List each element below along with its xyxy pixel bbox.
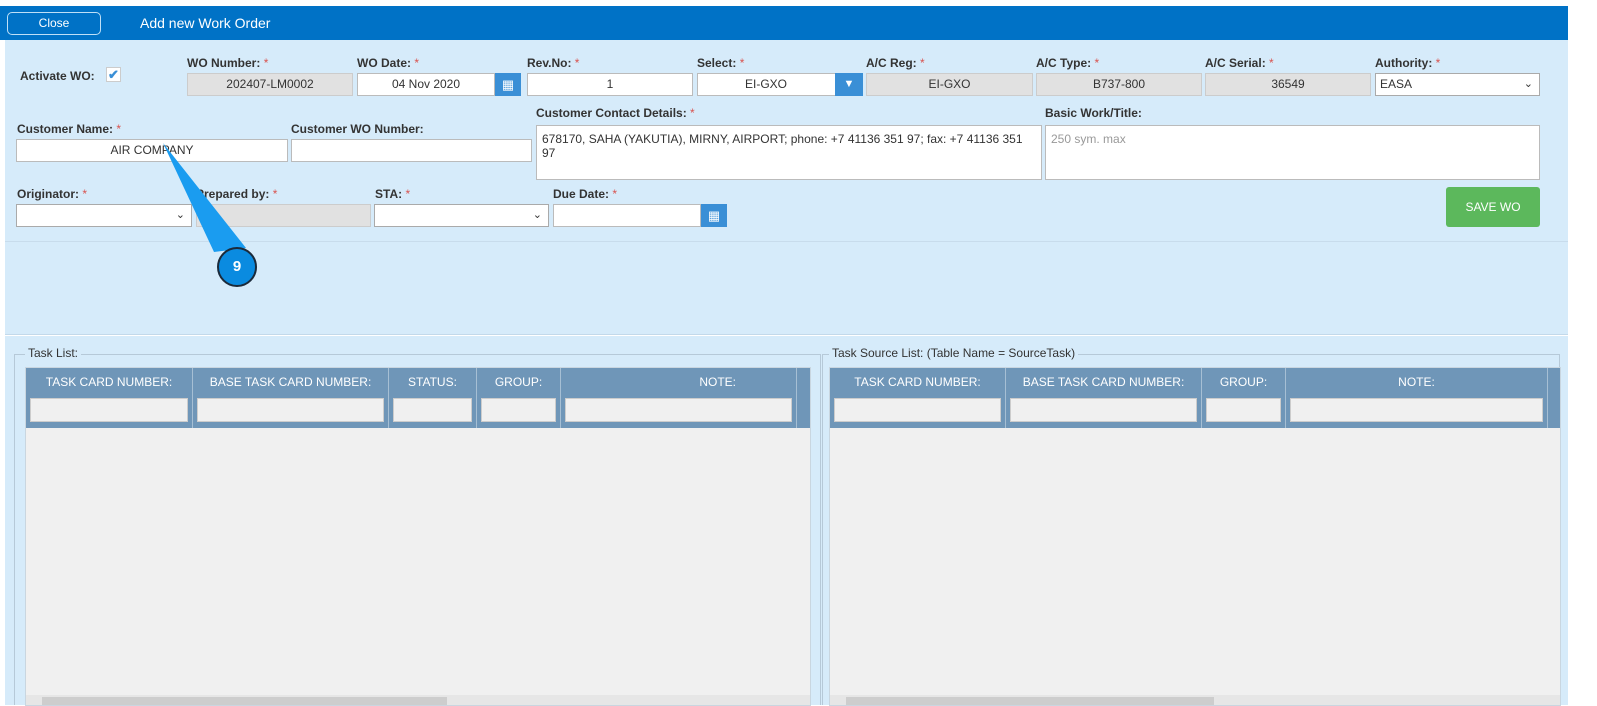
callout-badge: 9 <box>217 247 257 287</box>
callout-pointer <box>163 143 246 252</box>
